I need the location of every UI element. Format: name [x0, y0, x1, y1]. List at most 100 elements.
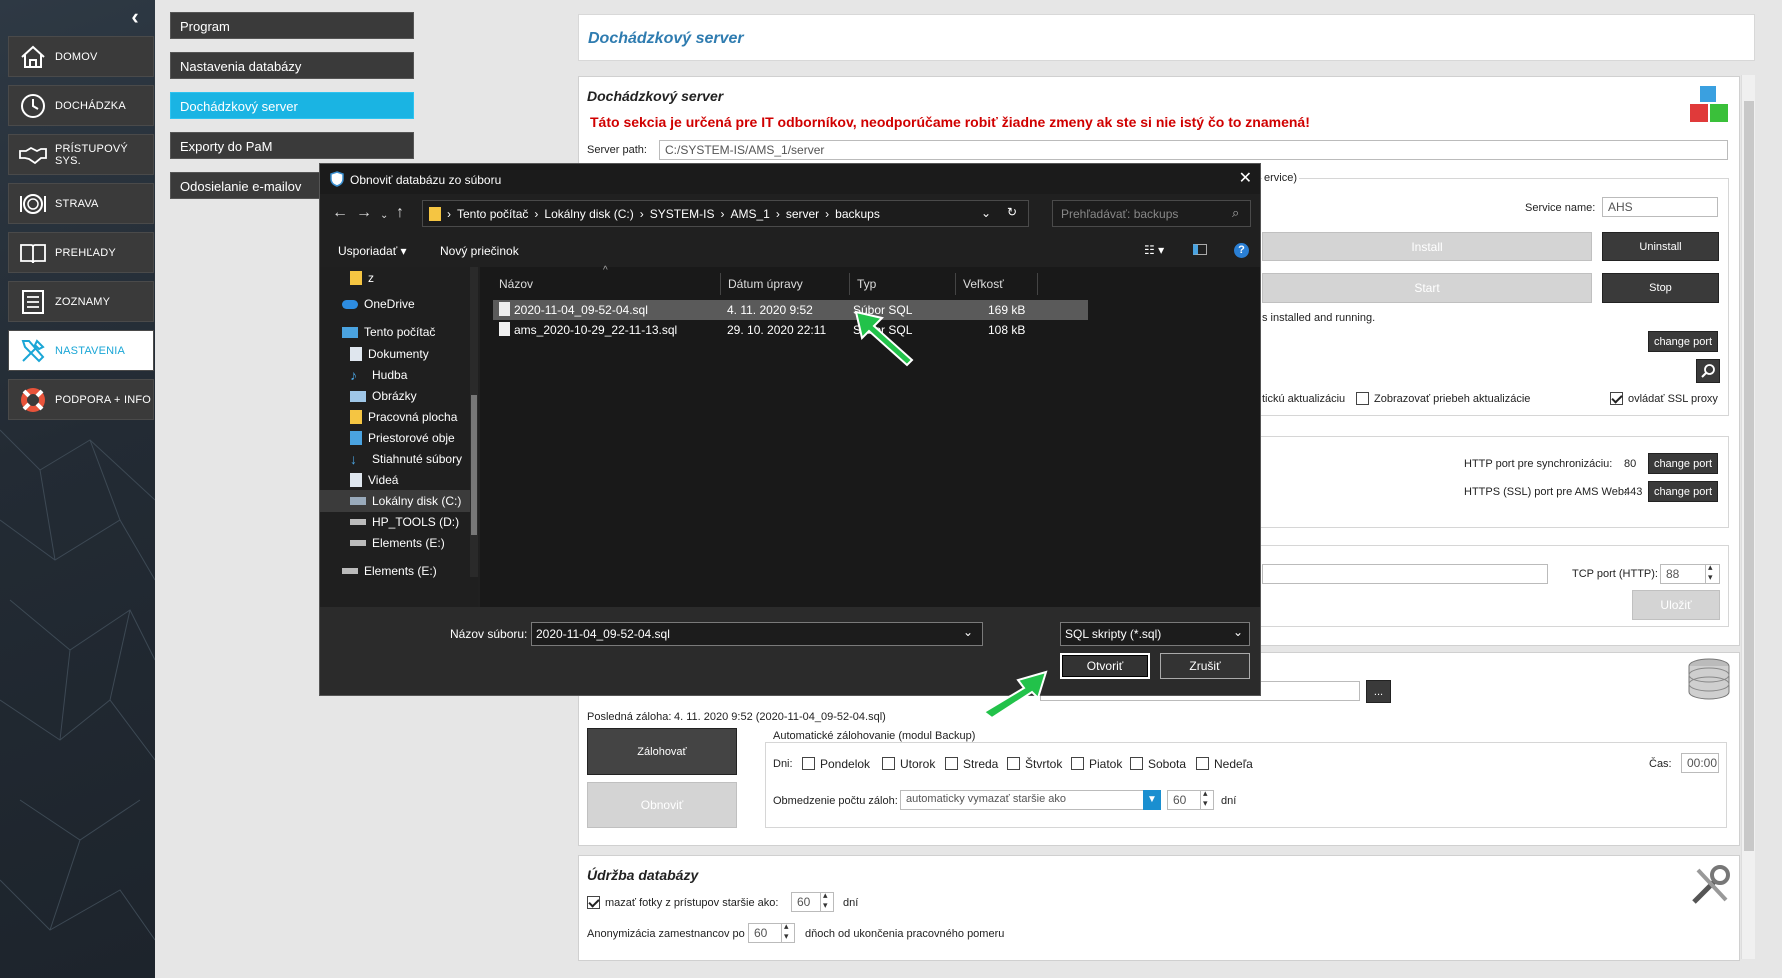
back-arrow-icon[interactable]: ←	[332, 204, 348, 222]
home-icon	[19, 43, 47, 71]
tree-scrollbar-thumb[interactable]	[471, 395, 477, 535]
help-icon[interactable]: ?	[1234, 243, 1249, 258]
up-arrow-icon[interactable]: ↑	[396, 204, 404, 222]
day-checkbox-pondelok[interactable]	[802, 757, 815, 770]
breadcrumb-ams-1[interactable]: AMS_1	[730, 207, 769, 221]
sidebar-item-podpora-info[interactable]: PODPORA + INFO	[8, 379, 154, 420]
tree-item-elements-e-2[interactable]: Elements (E:)	[320, 560, 470, 582]
breadcrumb-system-is[interactable]: SYSTEM-IS	[650, 207, 715, 221]
day-checkbox-utorok[interactable]	[882, 757, 895, 770]
tree-item-onedrive[interactable]: OneDrive	[320, 293, 470, 315]
tree-item-stiahnute-subory[interactable]: ↓ Stiahnuté súbory	[320, 448, 470, 470]
tools-icon	[19, 337, 47, 365]
time-input[interactable]: 00:00	[1681, 753, 1719, 773]
breadcrumb-server[interactable]: server	[786, 207, 819, 221]
sidebar-item-domov[interactable]: DOMOV	[8, 36, 154, 77]
submenu-program[interactable]: Program	[170, 12, 414, 39]
preview-pane-icon[interactable]	[1193, 244, 1207, 255]
submenu-nastavenia-databazy[interactable]: Nastavenia databázy	[170, 52, 414, 79]
file-row[interactable]: 2020-11-04_09-52-04.sql 4. 11. 2020 9:52…	[493, 300, 1088, 320]
tree-item-dokumenty[interactable]: Dokumenty	[320, 343, 470, 365]
show-update-progress-label: Zobrazovať priebeh aktualizácie	[1374, 393, 1531, 405]
install-button[interactable]: Install	[1262, 232, 1592, 261]
tree-item-lokalny-disk-c[interactable]: Lokálny disk (C:)	[320, 490, 470, 512]
tcp-host-input[interactable]	[1262, 564, 1548, 584]
day-checkbox-nedela[interactable]	[1196, 757, 1209, 770]
tree-item-tento-pocitac[interactable]: Tento počítač	[320, 321, 470, 343]
chevron-down-icon[interactable]: ⌄	[981, 206, 991, 220]
uninstall-button[interactable]: Uninstall	[1602, 232, 1719, 261]
collapse-sidebar-icon[interactable]: ‹	[124, 6, 146, 28]
forward-arrow-icon[interactable]: →	[356, 204, 372, 222]
submenu-dochadzkovy-server[interactable]: Dochádzkový server	[170, 92, 414, 119]
file-type-filter[interactable]: SQL skripty (*.sql)	[1060, 622, 1250, 646]
backup-limit-days-stepper[interactable]	[1200, 788, 1214, 810]
service-name-input[interactable]: AHS	[1602, 197, 1718, 217]
column-header-size[interactable]: Veľkosť	[957, 273, 1038, 295]
stop-button[interactable]: Stop	[1602, 273, 1719, 303]
save-button[interactable]: Uložiť	[1632, 590, 1720, 620]
sidebar-item-prehlady[interactable]: PREHĽADY	[8, 232, 154, 273]
page-title: Dochádzkový server	[588, 30, 744, 47]
breadcrumb-tento-pocitac[interactable]: Tento počítač	[457, 207, 528, 221]
sidebar-item-nastavenia[interactable]: NASTAVENIA	[8, 330, 154, 371]
anonymize-stepper[interactable]	[781, 921, 795, 943]
file-row[interactable]: ams_2020-10-29_22-11-13.sql 29. 10. 2020…	[493, 320, 1088, 340]
tree-item-hp-tools-d[interactable]: HP_TOOLS (D:)	[320, 511, 470, 533]
scrollbar-thumb[interactable]	[1744, 101, 1754, 851]
browse-button[interactable]: ...	[1366, 680, 1391, 703]
new-folder-button[interactable]: Nový priečinok	[440, 244, 519, 258]
cancel-button[interactable]: Zrušiť	[1160, 653, 1250, 679]
recent-locations-icon[interactable]: ⌄	[380, 210, 388, 221]
show-update-progress-checkbox[interactable]	[1356, 392, 1369, 405]
close-icon[interactable]: ✕	[1239, 168, 1252, 188]
tree-item-priestorove-objekty[interactable]: Priestorové obje	[320, 427, 470, 449]
day-checkbox-piatok[interactable]	[1071, 757, 1084, 770]
chevron-down-icon[interactable]: ⌄	[963, 625, 973, 639]
sidebar-item-dochadzka[interactable]: DOCHÁDZKA	[8, 85, 154, 126]
computer-icon	[342, 326, 358, 338]
tree-item-pracovna-plocha[interactable]: Pracovná plocha	[320, 406, 470, 428]
column-header-type[interactable]: Typ	[851, 273, 956, 295]
open-button[interactable]: Otvoriť	[1060, 653, 1150, 679]
breadcrumb-lokalny-disk[interactable]: Lokálny disk (C:)	[544, 207, 633, 221]
tcp-port-stepper[interactable]	[1705, 562, 1719, 584]
tree-item-elements-e[interactable]: Elements (E:)	[320, 532, 470, 554]
chevron-down-icon[interactable]: ⌄	[1233, 625, 1243, 639]
backup-button[interactable]: Zálohovať	[587, 728, 737, 775]
day-checkbox-stvrtok[interactable]	[1007, 757, 1020, 770]
tree-item-videa[interactable]: Videá	[320, 469, 470, 491]
tree-item-z[interactable]: z	[320, 267, 470, 289]
search-button[interactable]	[1696, 359, 1720, 383]
delete-photos-checkbox[interactable]	[587, 896, 600, 909]
backup-limit-select[interactable]: automaticky vymazať staršie ako	[900, 790, 1146, 810]
refresh-icon[interactable]: ↻	[1007, 205, 1017, 219]
tree-item-obrazky[interactable]: Obrázky	[320, 385, 470, 407]
change-port-button[interactable]: change port	[1648, 331, 1718, 352]
sidebar-item-zoznamy[interactable]: ZOZNAMY	[8, 281, 154, 322]
tree-scrollbar[interactable]	[470, 267, 478, 577]
change-https-port-button[interactable]: change port	[1648, 481, 1718, 502]
sidebar-item-strava[interactable]: STRAVA	[8, 183, 154, 224]
tree-item-hudba[interactable]: ♪ Hudba	[320, 364, 470, 386]
main-scrollbar[interactable]	[1741, 75, 1755, 959]
column-header-date[interactable]: Dátum úpravy	[722, 273, 850, 295]
delete-photos-stepper[interactable]	[820, 890, 834, 912]
sidebar-item-pristupovy-sys[interactable]: PRÍSTUPOVÝ SYS.	[8, 134, 154, 175]
filename-input[interactable]: 2020-11-04_09-52-04.sql	[531, 622, 983, 646]
address-bar[interactable]: › Tento počítač › Lokálny disk (C:) › SY…	[422, 200, 1029, 227]
ssl-proxy-checkbox[interactable]	[1610, 392, 1623, 405]
breadcrumb-backups[interactable]: backups	[835, 207, 880, 221]
change-http-port-button[interactable]: change port	[1648, 453, 1718, 474]
chevron-down-icon[interactable]: ▼	[1143, 790, 1161, 810]
search-input[interactable]: Prehľadávať: backups	[1052, 200, 1251, 227]
column-header-name[interactable]: Názov	[493, 273, 721, 295]
day-checkbox-sobota[interactable]	[1130, 757, 1143, 770]
submenu-exporty-do-pam[interactable]: Exporty do PaM	[170, 132, 414, 159]
server-path-input[interactable]: C:/SYSTEM-IS/AMS_1/server	[659, 140, 1728, 160]
restore-button[interactable]: Obnoviť	[587, 782, 737, 828]
start-button[interactable]: Start	[1262, 273, 1592, 303]
organize-button[interactable]: Usporiadať ▾	[338, 244, 407, 258]
view-options-icon[interactable]: ☷ ▾	[1144, 243, 1164, 257]
day-checkbox-streda[interactable]	[945, 757, 958, 770]
